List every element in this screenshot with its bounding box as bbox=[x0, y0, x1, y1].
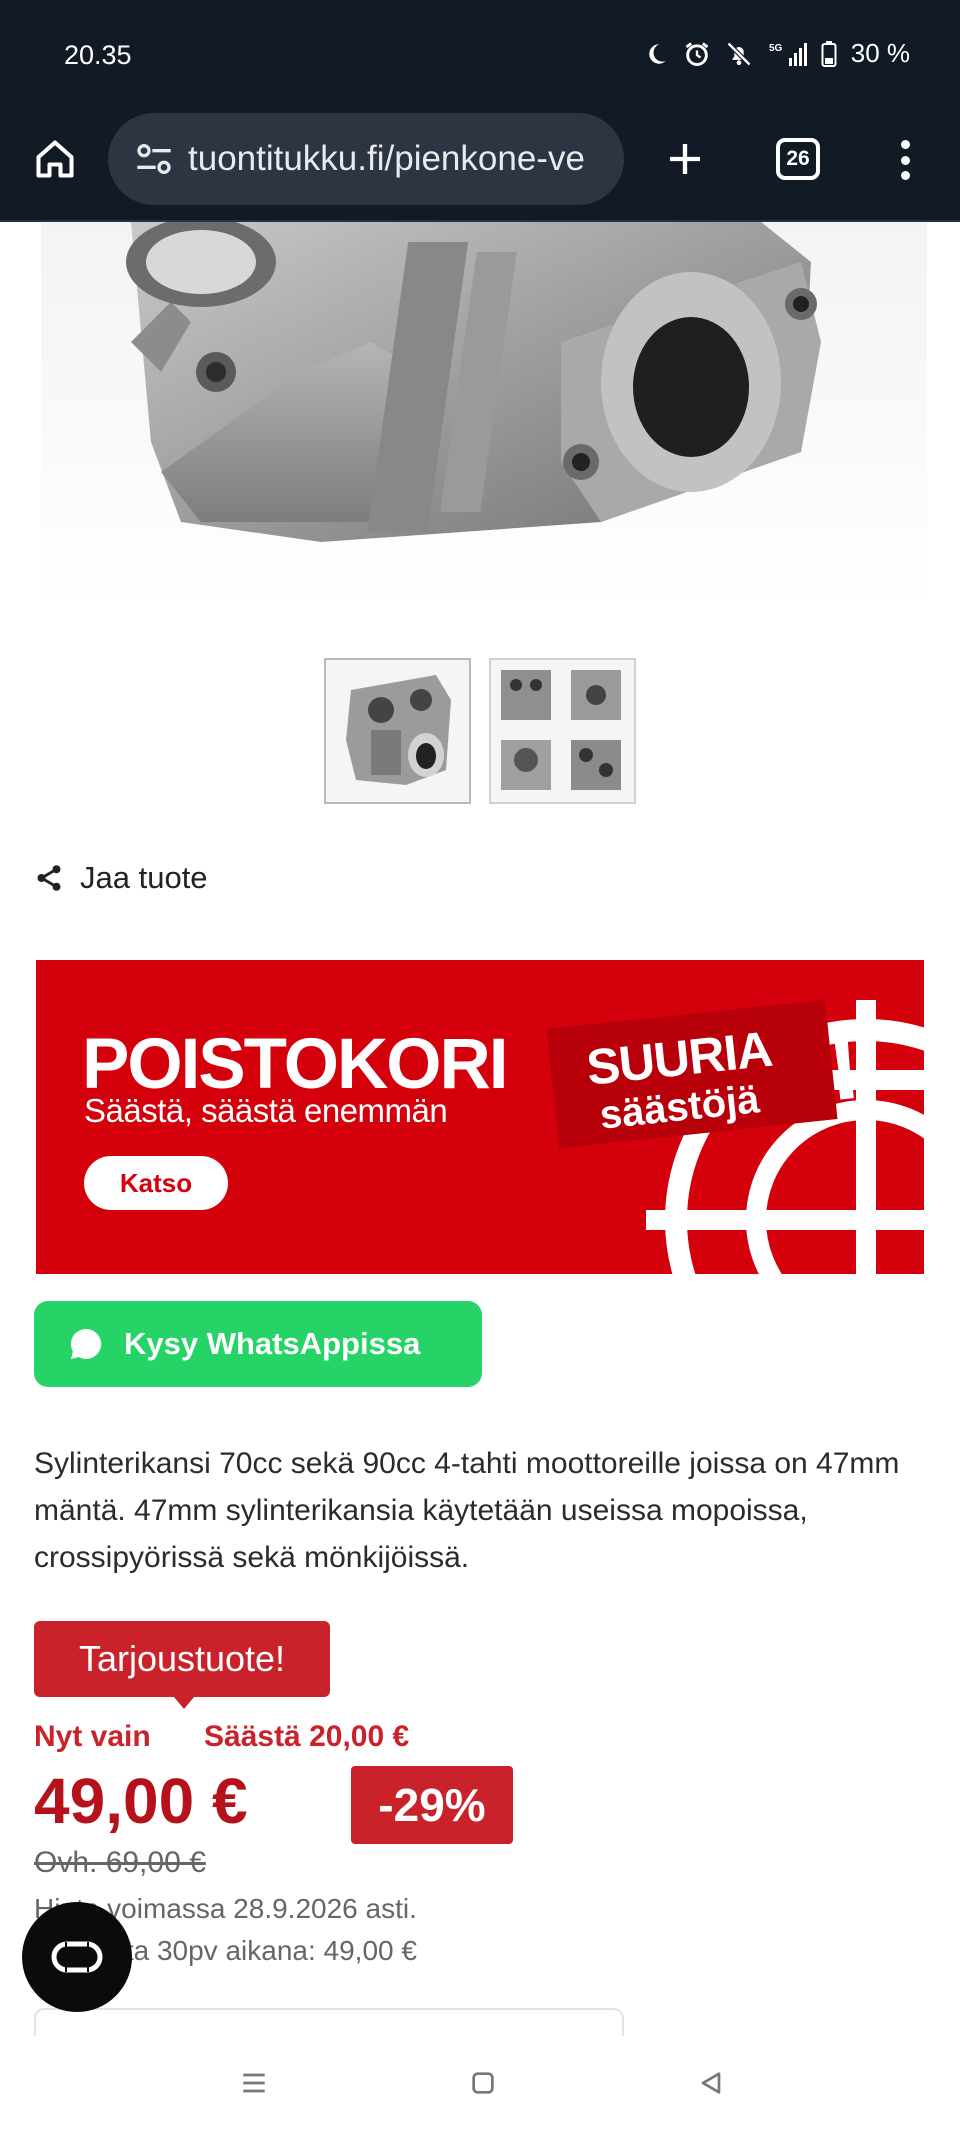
moon-icon bbox=[643, 41, 669, 67]
original-price: Ovh. 69,00 € bbox=[34, 1846, 206, 1879]
clearance-banner[interactable]: POISTOKORI Säästä, säästä enemmän Katso … bbox=[36, 960, 924, 1274]
product-description: Sylinterikansi 70cc sekä 90cc 4-tahti mo… bbox=[34, 1447, 900, 1574]
banner-subtitle: Säästä, säästä enemmän bbox=[84, 1092, 448, 1129]
thumbnail-1[interactable] bbox=[324, 658, 471, 804]
banner-view-button[interactable]: Katso bbox=[84, 1156, 228, 1210]
new-tab-button[interactable] bbox=[660, 134, 710, 184]
status-time: 20.35 bbox=[64, 40, 132, 70]
share-label: Jaa tuote bbox=[80, 860, 208, 895]
thumbnail-2[interactable] bbox=[489, 658, 636, 804]
whatsapp-label: Kysy WhatsAppissa bbox=[124, 1326, 421, 1361]
url-text: tuontitukku.fi/pienkone-ve bbox=[188, 139, 585, 178]
signal-5g-icon: 5G bbox=[767, 40, 807, 68]
status-bar: 20.35 5G 30 % bbox=[0, 0, 960, 110]
offer-badge: Tarjoustuote! bbox=[34, 1621, 330, 1709]
alarm-icon bbox=[683, 40, 711, 68]
back-button[interactable] bbox=[686, 2058, 736, 2108]
menu-dot bbox=[900, 140, 910, 149]
system-nav-bar bbox=[0, 2036, 960, 2133]
mute-icon bbox=[725, 40, 753, 68]
more-menu-button[interactable] bbox=[890, 136, 920, 184]
tab-switcher-button[interactable]: 26 bbox=[776, 138, 820, 180]
chat-bubble-icon bbox=[70, 1328, 102, 1359]
system-home-button[interactable] bbox=[458, 2058, 508, 2108]
svg-text:5G: 5G bbox=[769, 43, 783, 54]
thumbnail-image bbox=[491, 660, 634, 802]
browser-toolbar: tuontitukku.fi/pienkone-ve 26 bbox=[0, 110, 960, 222]
recent-apps-button[interactable] bbox=[229, 2058, 279, 2108]
home-icon bbox=[36, 140, 74, 178]
menu-dot bbox=[900, 171, 910, 180]
chat-logo-icon bbox=[51, 1941, 103, 1973]
current-price: 49,00 € bbox=[34, 1765, 248, 1837]
cylinder-head-image bbox=[126, 222, 821, 542]
status-icons: 5G 30 % bbox=[643, 38, 910, 69]
menu-dot bbox=[900, 155, 910, 165]
site-settings-icon bbox=[137, 144, 171, 174]
plus-icon bbox=[670, 144, 700, 174]
battery-percent: 30 % bbox=[850, 38, 910, 68]
address-bar[interactable]: tuontitukku.fi/pienkone-ve bbox=[108, 113, 624, 205]
recent-apps-icon bbox=[243, 2073, 265, 2093]
share-product[interactable]: Jaa tuote bbox=[34, 860, 208, 896]
save-amount: Säästä 20,00 € bbox=[204, 1720, 410, 1753]
square-home-icon bbox=[472, 2072, 494, 2094]
whatsapp-button[interactable]: Kysy WhatsAppissa bbox=[34, 1301, 482, 1387]
product-main-image[interactable] bbox=[41, 222, 927, 607]
battery-icon bbox=[821, 40, 837, 68]
chat-button[interactable] bbox=[22, 1902, 132, 2012]
home-button[interactable] bbox=[30, 134, 80, 184]
back-triangle-icon bbox=[701, 2072, 721, 2094]
share-icon bbox=[37, 865, 61, 891]
now-only-label: Nyt vain bbox=[34, 1720, 151, 1753]
discount-badge: -29% bbox=[351, 1766, 513, 1844]
thumbnail-image bbox=[326, 660, 469, 802]
